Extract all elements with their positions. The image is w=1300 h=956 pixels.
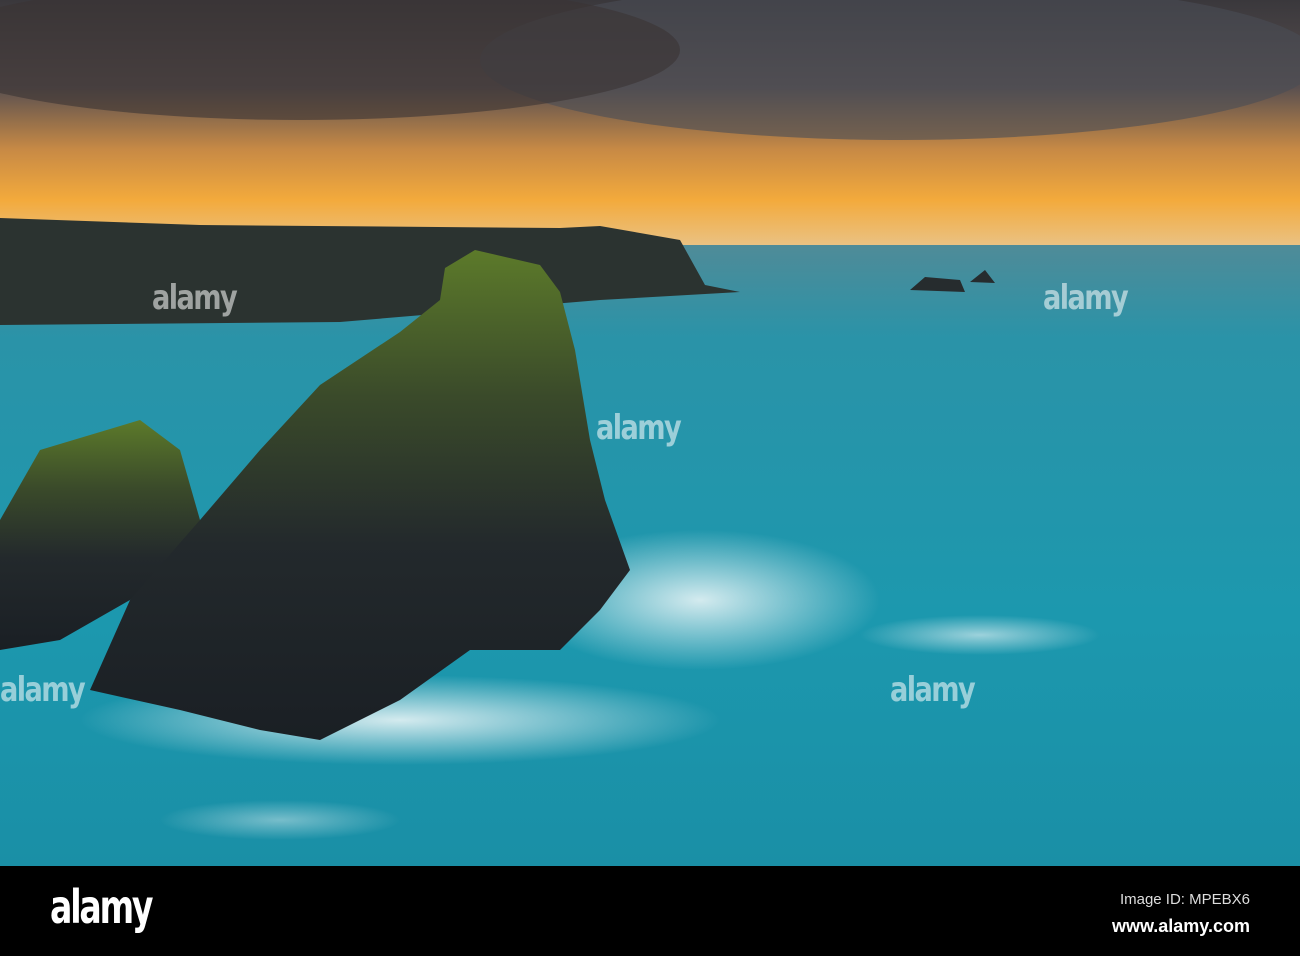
watermark: alamy bbox=[0, 670, 86, 710]
footer-bar: alamy Image ID: MPEBX6 www.alamy.com bbox=[0, 866, 1300, 956]
website-link[interactable]: www.alamy.com bbox=[1112, 916, 1250, 937]
watermark: alamy bbox=[596, 408, 682, 448]
alamy-logo: alamy bbox=[50, 880, 154, 934]
watermark: alamy bbox=[152, 278, 238, 318]
watermark: alamy bbox=[1043, 278, 1129, 318]
watermark: alamy bbox=[890, 670, 976, 710]
image-id: Image ID: MPEBX6 bbox=[1119, 891, 1250, 908]
